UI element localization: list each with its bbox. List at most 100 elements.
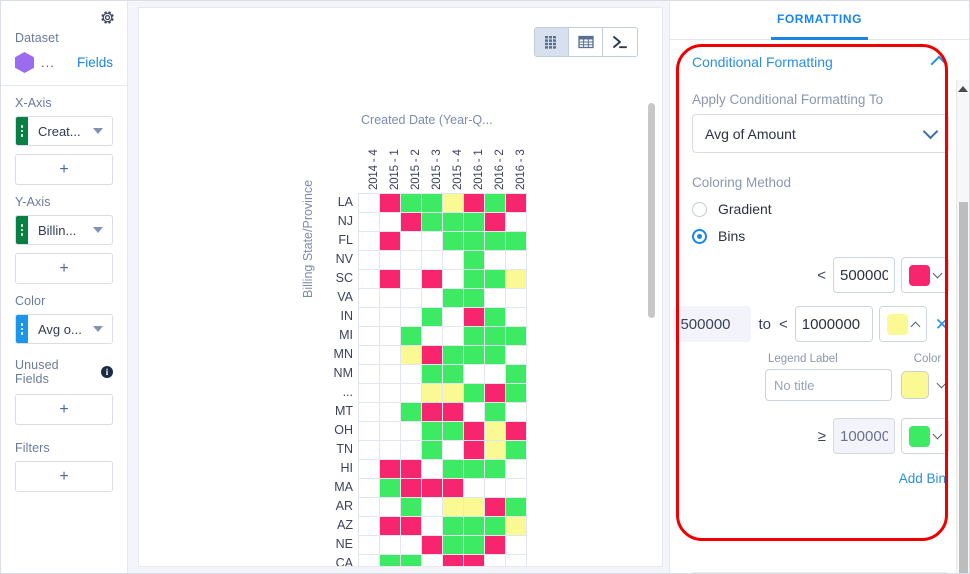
heatmap-cell[interactable] bbox=[380, 384, 401, 403]
apply-to-select[interactable]: Avg of Amount bbox=[692, 114, 949, 153]
bin-2-color-swatch-expanded[interactable] bbox=[901, 371, 929, 399]
heatmap-cell[interactable] bbox=[485, 479, 506, 498]
heatmap-cell[interactable] bbox=[485, 232, 506, 251]
heatmap-cell[interactable] bbox=[464, 251, 485, 270]
heatmap-cell[interactable] bbox=[422, 479, 443, 498]
heatmap-cell[interactable] bbox=[506, 460, 527, 479]
heatmap-cell[interactable] bbox=[464, 384, 485, 403]
query-view-button[interactable] bbox=[603, 28, 637, 56]
heatmap-cell[interactable] bbox=[506, 346, 527, 365]
heatmap-cell[interactable] bbox=[359, 365, 380, 384]
heatmap-cell[interactable] bbox=[464, 308, 485, 327]
heatmap-cell[interactable] bbox=[464, 403, 485, 422]
heatmap-cell[interactable] bbox=[443, 498, 464, 517]
heatmap-cell[interactable] bbox=[422, 289, 443, 308]
heatmap-cell[interactable] bbox=[506, 194, 527, 213]
heatmap-cell[interactable] bbox=[464, 346, 485, 365]
heatmap-cell[interactable] bbox=[401, 270, 422, 289]
heatmap-cell[interactable] bbox=[485, 422, 506, 441]
bin-1-value-input[interactable] bbox=[833, 257, 895, 293]
heatmap-cell[interactable] bbox=[380, 232, 401, 251]
add-bin-button[interactable]: Add Bin bbox=[692, 471, 949, 486]
heatmap-cell[interactable] bbox=[359, 441, 380, 460]
heatmap-cell[interactable] bbox=[401, 479, 422, 498]
heatmap-cell[interactable] bbox=[506, 289, 527, 308]
heatmap-cell[interactable] bbox=[359, 213, 380, 232]
heatmap-cell[interactable] bbox=[506, 441, 527, 460]
panel-scrollbar[interactable] bbox=[956, 80, 969, 573]
heatmap-cell[interactable] bbox=[506, 536, 527, 555]
heatmap-cell[interactable] bbox=[401, 232, 422, 251]
heatmap-cell[interactable] bbox=[443, 403, 464, 422]
heatmap-cell[interactable] bbox=[401, 384, 422, 403]
heatmap-cell[interactable] bbox=[401, 289, 422, 308]
heatmap-cell[interactable] bbox=[443, 251, 464, 270]
heatmap-cell[interactable] bbox=[401, 327, 422, 346]
heatmap-cell[interactable] bbox=[401, 346, 422, 365]
info-icon[interactable]: i bbox=[101, 366, 113, 378]
heatmap-cell[interactable] bbox=[464, 194, 485, 213]
heatmap-cell[interactable] bbox=[380, 517, 401, 536]
heatmap-cell[interactable] bbox=[401, 308, 422, 327]
heatmap-cell[interactable] bbox=[380, 308, 401, 327]
heatmap-cell[interactable] bbox=[401, 403, 422, 422]
heatmap-cell[interactable] bbox=[380, 327, 401, 346]
heatmap-cell[interactable] bbox=[485, 555, 506, 566]
heatmap-cell[interactable] bbox=[443, 517, 464, 536]
tab-formatting[interactable]: FORMATTING bbox=[770, 12, 869, 40]
bin-2-color-button[interactable] bbox=[878, 306, 927, 342]
y-axis-field-pill[interactable]: Billin... bbox=[15, 215, 113, 245]
heatmap-cell[interactable] bbox=[380, 194, 401, 213]
heatmap-cell[interactable] bbox=[506, 479, 527, 498]
heatmap-cell[interactable] bbox=[359, 517, 380, 536]
heatmap-cell[interactable] bbox=[506, 384, 527, 403]
heatmap-cell[interactable] bbox=[464, 327, 485, 346]
heatmap-cell[interactable] bbox=[485, 346, 506, 365]
heatmap-cell[interactable] bbox=[464, 555, 485, 566]
heatmap-cell[interactable] bbox=[464, 517, 485, 536]
chevron-down-icon[interactable] bbox=[93, 128, 103, 134]
x-axis-field-pill[interactable]: Creat... bbox=[15, 116, 113, 146]
heatmap-cell[interactable] bbox=[506, 308, 527, 327]
heatmap-cell[interactable] bbox=[443, 213, 464, 232]
heatmap-cell[interactable] bbox=[359, 346, 380, 365]
heatmap-cell[interactable] bbox=[380, 441, 401, 460]
heatmap-cell[interactable] bbox=[422, 232, 443, 251]
radio-gradient[interactable]: Gradient bbox=[692, 201, 949, 217]
heatmap-cell[interactable] bbox=[401, 498, 422, 517]
heatmap-cell[interactable] bbox=[443, 555, 464, 566]
heatmap-cell[interactable] bbox=[422, 403, 443, 422]
bin-3-value-input[interactable] bbox=[833, 418, 895, 454]
heatmap-cell[interactable] bbox=[422, 194, 443, 213]
heatmap-cell[interactable] bbox=[422, 422, 443, 441]
heatmap-cell[interactable] bbox=[443, 194, 464, 213]
drag-handle-icon[interactable] bbox=[16, 216, 28, 244]
heatmap-cell[interactable] bbox=[485, 460, 506, 479]
heatmap-cell[interactable] bbox=[359, 403, 380, 422]
drag-handle-icon[interactable] bbox=[16, 117, 28, 145]
heatmap-cell[interactable] bbox=[422, 384, 443, 403]
heatmap-cell[interactable] bbox=[422, 365, 443, 384]
table-view-button[interactable] bbox=[569, 28, 603, 56]
bin-2-legend-label-input[interactable] bbox=[765, 369, 892, 401]
heatmap-cell[interactable] bbox=[464, 422, 485, 441]
add-filter-button[interactable]: + bbox=[15, 461, 113, 492]
heatmap-cell[interactable] bbox=[422, 498, 443, 517]
heatmap-cell[interactable] bbox=[464, 365, 485, 384]
heatmap-cell[interactable] bbox=[380, 365, 401, 384]
heatmap-cell[interactable] bbox=[401, 422, 422, 441]
heatmap-cell[interactable] bbox=[422, 251, 443, 270]
add-y-axis-field-button[interactable]: + bbox=[15, 253, 113, 284]
heatmap-cell[interactable] bbox=[506, 213, 527, 232]
heatmap-cell[interactable] bbox=[422, 213, 443, 232]
heatmap-cell[interactable] bbox=[359, 327, 380, 346]
close-icon[interactable]: ✕ bbox=[935, 316, 949, 333]
heatmap-cell[interactable] bbox=[401, 251, 422, 270]
heatmap-cell[interactable] bbox=[485, 194, 506, 213]
heatmap-cell[interactable] bbox=[380, 289, 401, 308]
heatmap-cell[interactable] bbox=[506, 403, 527, 422]
heatmap-cell[interactable] bbox=[506, 270, 527, 289]
heatmap-cell[interactable] bbox=[485, 308, 506, 327]
bin-1-color-button[interactable] bbox=[901, 257, 949, 293]
heatmap-cell[interactable] bbox=[443, 346, 464, 365]
